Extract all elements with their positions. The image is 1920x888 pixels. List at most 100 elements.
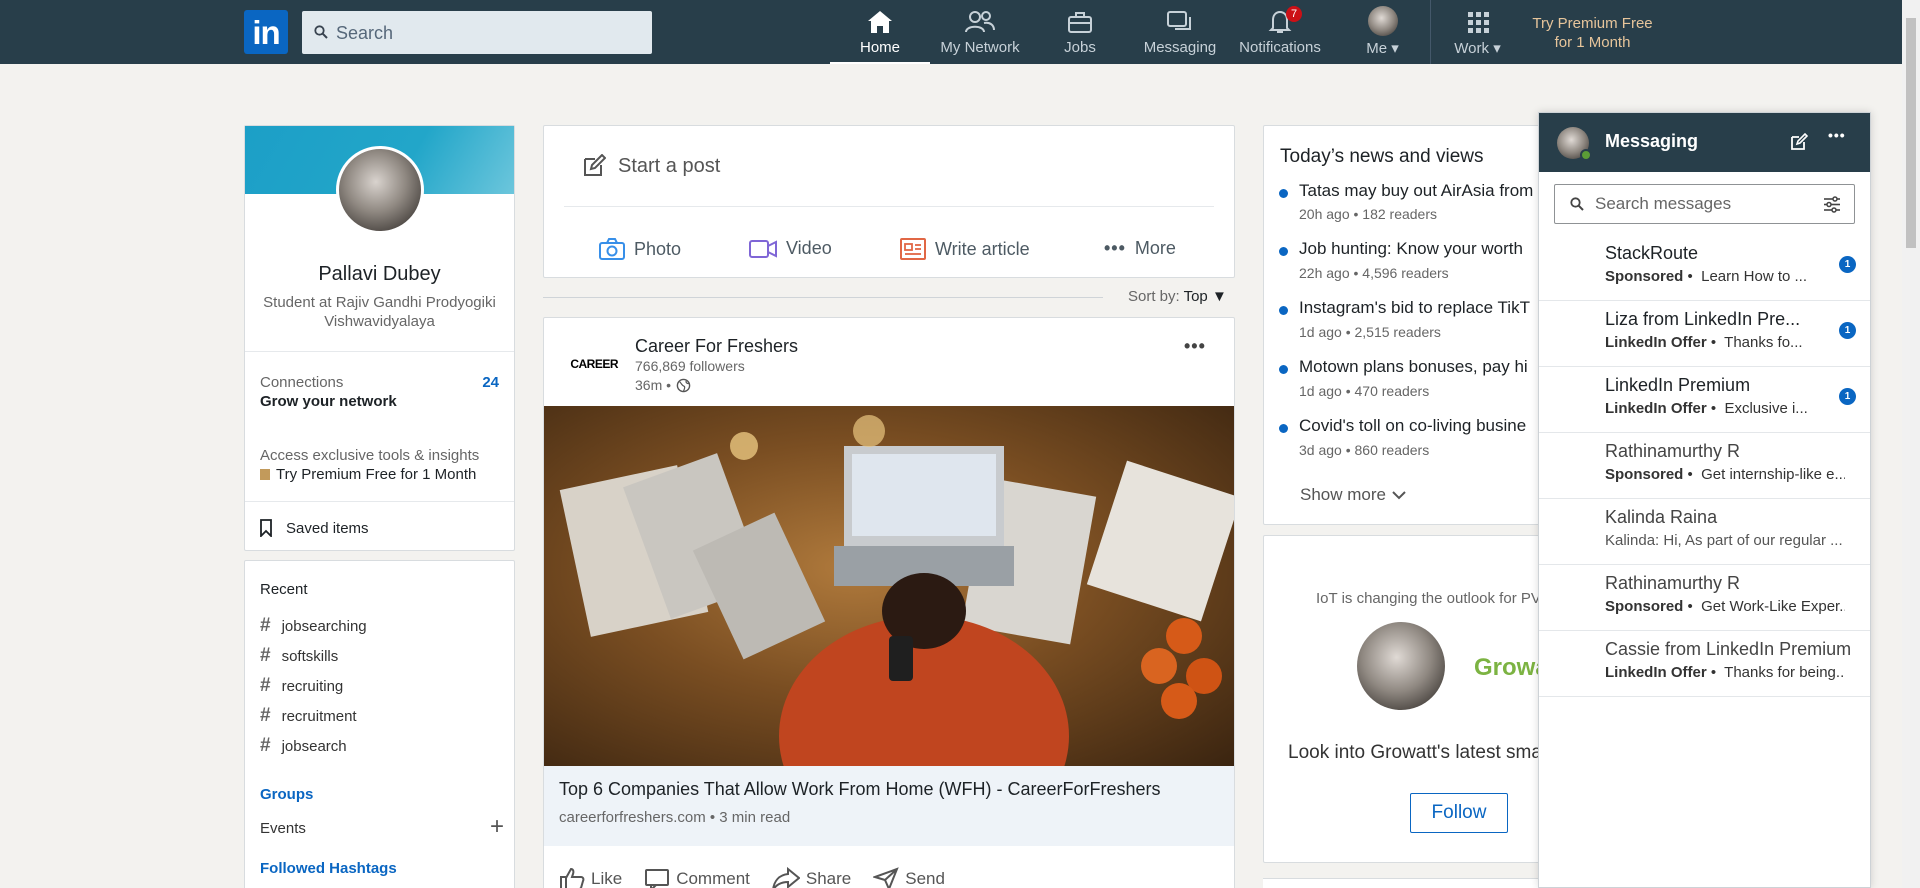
post-composer: Start a post Photo Video Write article •… xyxy=(543,125,1235,278)
unread-badge: 1 xyxy=(1839,256,1856,273)
nav-jobs[interactable]: Jobs xyxy=(1040,8,1120,64)
groups-link[interactable]: Groups xyxy=(260,786,313,803)
follow-button[interactable]: Follow xyxy=(1410,793,1508,833)
divider xyxy=(245,501,514,502)
saved-items-link[interactable]: Saved items xyxy=(260,519,369,537)
filter-icon[interactable] xyxy=(1823,196,1841,213)
comment-label: Comment xyxy=(676,869,750,888)
video-label: Video xyxy=(786,238,832,258)
followed-hashtags-link[interactable]: Followed Hashtags xyxy=(260,860,397,877)
conversation-item[interactable]: Rathinamurthy R Sponsored • Get Work-Lik… xyxy=(1539,565,1870,631)
conversation-item[interactable]: Rathinamurthy R Sponsored • Get internsh… xyxy=(1539,433,1870,499)
nav-home-label: Home xyxy=(859,39,900,56)
hashtag-label: jobsearch xyxy=(281,737,347,755)
nav-my-network[interactable]: My Network xyxy=(930,8,1030,64)
post-author[interactable]: Career For Freshers xyxy=(635,336,798,357)
company-logo-text: CAREER xyxy=(570,357,618,371)
premium-cta[interactable]: Try Premium Free for 1 Month xyxy=(260,466,476,483)
news-meta: 1d ago • 470 readers xyxy=(1299,383,1430,399)
connections-count[interactable]: 24 xyxy=(482,374,499,391)
search-messages-input[interactable]: Search messages xyxy=(1554,184,1855,224)
start-post-button[interactable]: Start a post xyxy=(582,154,720,178)
thumbs-up-icon xyxy=(560,867,585,888)
hashtag-item[interactable]: # jobsearch xyxy=(260,731,367,761)
write-article-button[interactable]: Write article xyxy=(900,238,1030,260)
globe-icon xyxy=(676,378,691,392)
hashtag-label: jobsearching xyxy=(281,617,367,635)
link-title[interactable]: Top 6 Companies That Allow Work From Hom… xyxy=(559,779,1160,800)
grow-network-link[interactable]: Grow your network xyxy=(260,393,397,410)
comment-icon xyxy=(645,869,670,888)
post-photo-illustration xyxy=(559,415,1234,766)
more-options-icon[interactable]: ••• xyxy=(1828,127,1846,143)
news-headline[interactable]: Covid's toll on co-living busine xyxy=(1299,416,1526,436)
try-premium-link[interactable]: Try Premium Free for 1 Month xyxy=(1530,14,1655,52)
linkedin-logo[interactable]: in xyxy=(244,10,288,54)
link-preview[interactable]: Top 6 Companies That Allow Work From Hom… xyxy=(544,766,1234,846)
article-icon xyxy=(900,238,926,260)
profile-name[interactable]: Pallavi Dubey xyxy=(245,263,514,286)
messaging-header[interactable]: Messaging ••• xyxy=(1539,113,1870,172)
news-headline[interactable]: Job hunting: Know your worth xyxy=(1299,239,1523,259)
conversation-name: Cassie from LinkedIn Premium xyxy=(1605,639,1852,659)
compose-icon[interactable] xyxy=(1790,133,1808,151)
search-input[interactable]: Search xyxy=(302,11,652,54)
conversation-item[interactable]: Kalinda Raina Kalinda: Hi, As part of ou… xyxy=(1539,499,1870,565)
premium-icon xyxy=(260,469,270,480)
sort-dropdown[interactable]: Sort by: Top ▼ xyxy=(1128,288,1227,305)
conversation-item[interactable]: LinkedIn Premium LinkedIn Offer • Exclus… xyxy=(1539,367,1870,433)
like-label: Like xyxy=(591,869,623,888)
hashtag-icon: # xyxy=(260,675,271,696)
top-navigation: in Search Home My Network Jobs Messaging… xyxy=(0,0,1902,64)
edit-icon xyxy=(584,154,606,176)
events-link[interactable]: Events xyxy=(260,820,306,837)
post-menu-icon[interactable]: ••• xyxy=(1184,336,1206,357)
home-icon xyxy=(868,11,892,33)
nav-notifications[interactable]: 7 Notifications xyxy=(1230,6,1330,64)
photo-button[interactable]: Photo xyxy=(599,238,681,260)
sort-label: Sort by: xyxy=(1128,288,1180,305)
post-time-label: 36m • xyxy=(635,377,672,393)
nav-home[interactable]: Home xyxy=(830,8,930,64)
conversation-item[interactable]: Cassie from LinkedIn Premium LinkedIn Of… xyxy=(1539,631,1870,697)
company-logo[interactable]: CAREER xyxy=(568,352,618,376)
hashtag-icon: # xyxy=(260,615,271,636)
connections-label[interactable]: Connections xyxy=(260,374,343,391)
scrollbar-thumb[interactable] xyxy=(1906,18,1916,248)
messaging-title: Messaging xyxy=(1605,131,1699,151)
camera-icon xyxy=(599,238,625,260)
hashtag-item[interactable]: # softskills xyxy=(260,641,367,671)
video-button[interactable]: Video xyxy=(749,238,832,259)
people-icon xyxy=(965,11,995,33)
hashtag-item[interactable]: # recruitment xyxy=(260,701,367,731)
more-button[interactable]: ••• More xyxy=(1104,238,1176,259)
post-image[interactable] xyxy=(544,406,1234,766)
hashtag-icon: # xyxy=(260,735,271,756)
conversation-item[interactable]: Liza from LinkedIn Pre... LinkedIn Offer… xyxy=(1539,301,1870,367)
news-headline[interactable]: Tatas may buy out AirAsia from xyxy=(1299,181,1533,201)
hashtag-item[interactable]: # jobsearching xyxy=(260,611,367,641)
bullet-icon xyxy=(1279,306,1288,315)
nav-jobs-label: Jobs xyxy=(1064,39,1096,56)
conversation-preview: Kalinda: Hi, As part of our regular ... xyxy=(1605,532,1843,549)
ad-tagline: IoT is changing the outlook for PV xyxy=(1316,590,1541,607)
news-meta: 3d ago • 860 readers xyxy=(1299,442,1430,458)
share-button[interactable]: Share xyxy=(772,867,851,888)
like-button[interactable]: Like xyxy=(559,867,622,888)
sort-divider xyxy=(543,297,1103,298)
ad-member-photo xyxy=(1357,622,1445,710)
recent-title: Recent xyxy=(260,581,308,598)
news-headline[interactable]: Motown plans bonuses, pay hi xyxy=(1299,357,1528,377)
news-headline[interactable]: Instagram's bid to replace TikT xyxy=(1299,298,1530,318)
conversation-preview: Sponsored • Get Work-Like Exper... xyxy=(1605,598,1845,615)
conversation-item[interactable]: StackRoute Sponsored • Learn How to ... … xyxy=(1539,235,1870,301)
nav-me[interactable]: Me ▾ xyxy=(1345,6,1420,64)
send-button[interactable]: Send xyxy=(873,867,945,888)
nav-messaging[interactable]: Messaging xyxy=(1135,8,1225,64)
comment-button[interactable]: Comment xyxy=(644,867,750,888)
nav-work[interactable]: Work ▾ xyxy=(1440,8,1515,64)
hashtag-item[interactable]: # recruiting xyxy=(260,671,367,701)
profile-photo[interactable] xyxy=(336,146,424,234)
add-event-icon[interactable]: + xyxy=(490,813,504,841)
show-more-button[interactable]: Show more xyxy=(1300,485,1406,505)
